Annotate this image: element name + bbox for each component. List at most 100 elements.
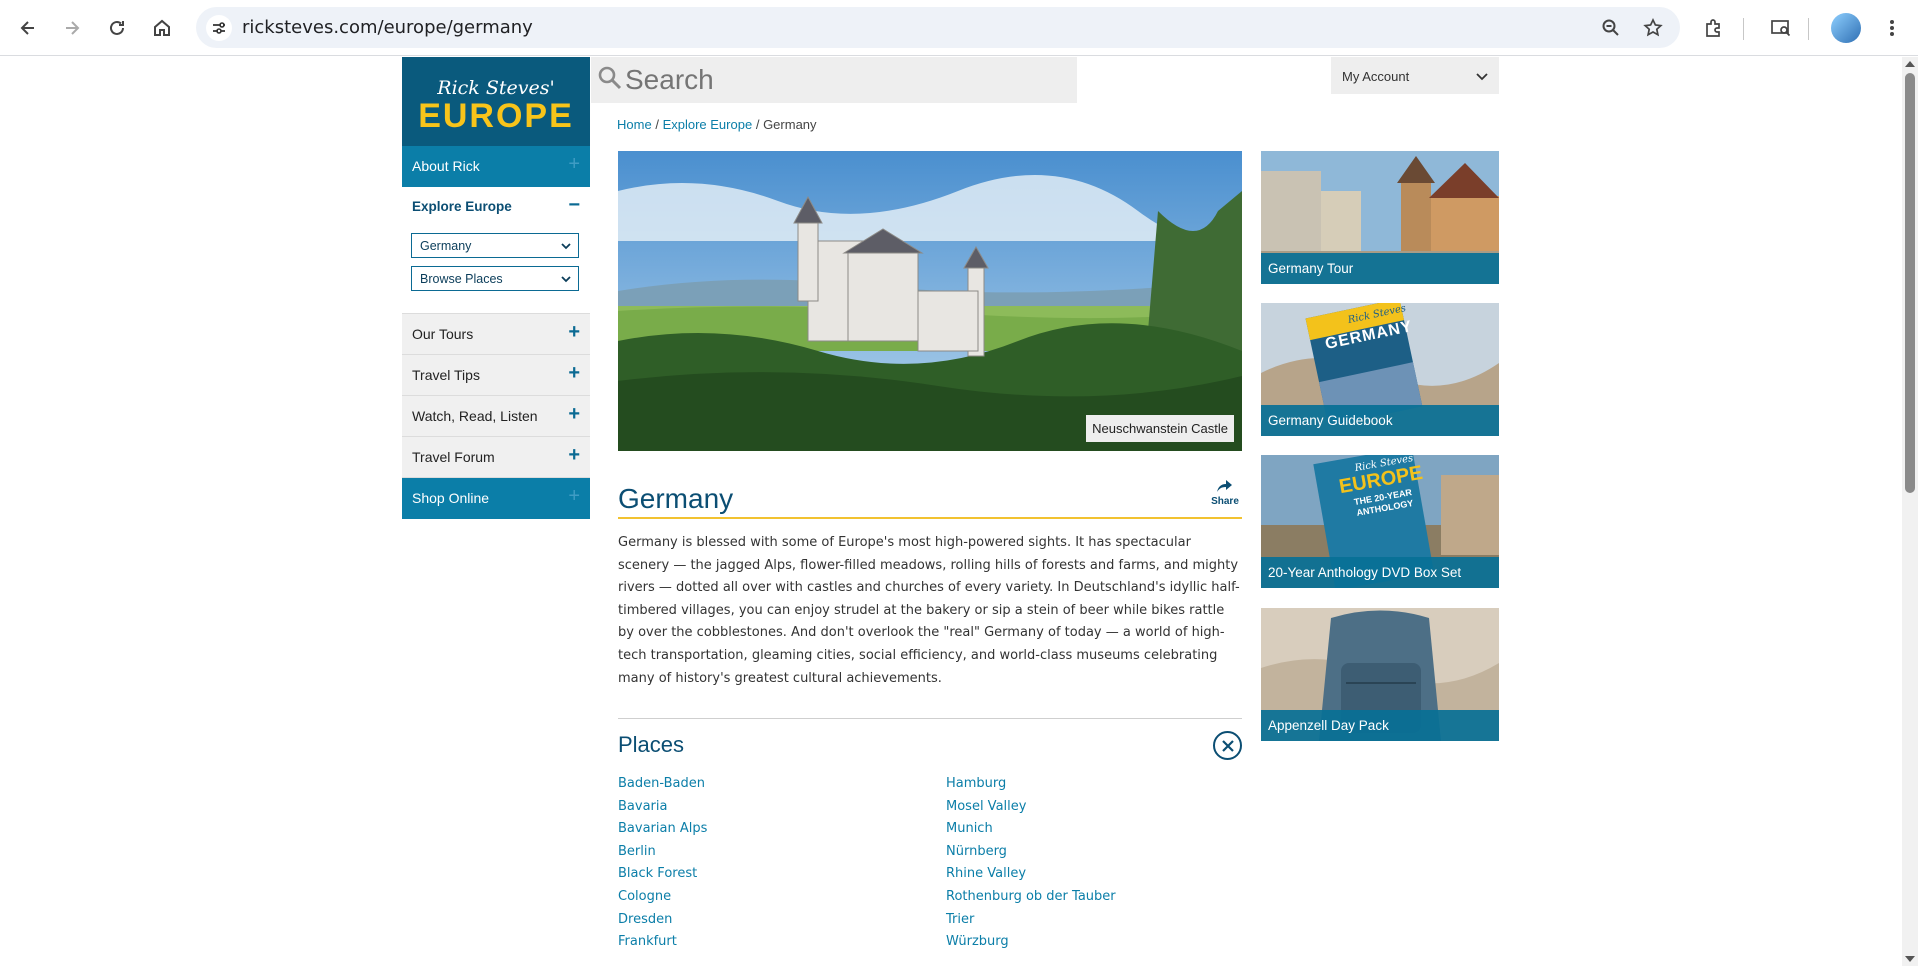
place-link[interactable]: Rhine Valley	[946, 866, 1116, 889]
nav-label: Watch, Read, Listen	[412, 408, 538, 424]
place-link[interactable]: Dresden	[618, 912, 707, 935]
expand-plus-icon[interactable]: +	[568, 322, 580, 342]
country-select[interactable]: Germany	[411, 233, 579, 258]
nav-explore-europe[interactable]: Explore Europe −	[402, 187, 590, 228]
nav-watch-read-listen[interactable]: Watch, Read, Listen +	[402, 396, 590, 437]
chevron-down-icon	[561, 276, 571, 283]
address-bar[interactable]: ricksteves.com/europe/germany	[196, 7, 1680, 48]
chevron-down-icon	[561, 243, 571, 250]
breadcrumb-separator: /	[655, 117, 659, 132]
nav-label: Shop Online	[412, 490, 490, 506]
logo-europe-text: EUROPE	[418, 97, 574, 135]
search-icon[interactable]	[597, 65, 623, 91]
place-link[interactable]: Mosel Valley	[946, 799, 1116, 822]
nav-shop-online[interactable]: Shop Online +	[402, 478, 590, 519]
expand-plus-icon[interactable]: +	[568, 404, 580, 424]
place-link[interactable]: Bavarian Alps	[618, 821, 707, 844]
place-link[interactable]: Bavaria	[618, 799, 707, 822]
promo-label: Appenzell Day Pack	[1268, 718, 1389, 733]
promo-appenzell-day-pack[interactable]: Appenzell Day Pack	[1261, 608, 1499, 741]
zoom-icon[interactable]	[1598, 15, 1624, 41]
home-icon[interactable]	[146, 12, 178, 44]
place-link[interactable]: Frankfurt	[618, 934, 707, 957]
share-label: Share	[1211, 496, 1239, 507]
site-logo[interactable]: Rick Steves' EUROPE	[402, 57, 590, 146]
my-account-dropdown[interactable]: My Account	[1331, 57, 1499, 94]
hero-caption: Neuschwanstein Castle	[1086, 415, 1234, 442]
left-navigation: About Rick + Explore Europe − Germany Br…	[402, 146, 590, 519]
extensions-icon[interactable]	[1697, 12, 1729, 44]
nav-about-rick[interactable]: About Rick +	[402, 146, 590, 187]
close-places-icon[interactable]	[1213, 731, 1242, 760]
search-input[interactable]	[625, 63, 1065, 97]
place-link[interactable]: Würzburg	[946, 934, 1116, 957]
places-heading: Places	[618, 732, 685, 757]
back-icon[interactable]	[12, 12, 44, 44]
promo-label: 20-Year Anthology DVD Box Set	[1268, 565, 1462, 580]
nav-travel-tips[interactable]: Travel Tips +	[402, 355, 590, 396]
breadcrumb: Home / Explore Europe / Germany	[617, 117, 817, 132]
share-button[interactable]: Share	[1208, 479, 1242, 507]
expand-plus-icon[interactable]: +	[568, 363, 580, 383]
promo-germany-tour[interactable]: Germany Tour	[1261, 151, 1499, 284]
expand-plus-icon[interactable]: +	[568, 445, 580, 465]
nav-label: About Rick	[412, 158, 480, 174]
places-column-2: Hamburg Mosel Valley Munich Nürnberg Rhi…	[946, 776, 1116, 957]
profile-avatar[interactable]	[1831, 13, 1861, 43]
country-select-value: Germany	[420, 238, 472, 253]
menu-kebab-icon[interactable]	[1876, 12, 1908, 44]
breadcrumb-explore-europe[interactable]: Explore Europe	[663, 117, 753, 132]
place-link[interactable]: Berlin	[618, 844, 707, 867]
place-link[interactable]: Hamburg	[946, 776, 1116, 799]
browser-toolbar: ricksteves.com/europe/germany	[0, 0, 1918, 56]
promo-label: Germany Guidebook	[1268, 413, 1393, 428]
share-arrow-icon	[1217, 480, 1232, 492]
intro-paragraph: Germany is blessed with some of Europe's…	[618, 535, 1240, 686]
hero-image: Neuschwanstein Castle	[618, 151, 1242, 451]
place-link[interactable]: Trier	[946, 912, 1116, 935]
collapse-minus-icon[interactable]: −	[568, 195, 580, 215]
toolbar-divider	[1808, 18, 1809, 40]
forward-icon[interactable]	[56, 12, 88, 44]
my-account-label: My Account	[1342, 69, 1410, 84]
place-link[interactable]: Nürnberg	[946, 844, 1116, 867]
browse-places-select[interactable]: Browse Places	[411, 266, 579, 291]
breadcrumb-home[interactable]: Home	[617, 117, 652, 132]
page-scrollbar[interactable]	[1902, 57, 1918, 966]
promo-label: Germany Tour	[1268, 261, 1354, 276]
nav-label: Explore Europe	[412, 199, 512, 214]
toolbar-divider	[1743, 18, 1744, 40]
expand-plus-icon[interactable]: +	[568, 486, 580, 506]
page-title: Germany	[618, 483, 734, 514]
bookmark-star-icon[interactable]	[1640, 15, 1666, 41]
scroll-down-arrow-icon[interactable]	[1905, 956, 1915, 962]
place-link[interactable]: Cologne	[618, 889, 707, 912]
title-underline	[618, 517, 1242, 519]
places-column-1: Baden-Baden Bavaria Bavarian Alps Berlin…	[618, 776, 707, 957]
nav-label: Our Tours	[412, 326, 474, 342]
chevron-down-icon	[1476, 73, 1488, 81]
scroll-thumb[interactable]	[1905, 73, 1915, 493]
reading-mode-icon[interactable]	[1765, 12, 1797, 44]
place-link[interactable]: Baden-Baden	[618, 776, 707, 799]
nav-label: Travel Forum	[412, 449, 495, 465]
nav-travel-forum[interactable]: Travel Forum +	[402, 437, 590, 478]
place-link[interactable]: Munich	[946, 821, 1116, 844]
breadcrumb-current: Germany	[763, 117, 817, 132]
reload-icon[interactable]	[101, 12, 133, 44]
browse-places-value: Browse Places	[420, 271, 503, 286]
site-search	[591, 57, 1077, 103]
section-divider	[618, 718, 1242, 719]
promo-germany-guidebook[interactable]: Rick Steves GERMANY Germany Guidebook	[1261, 303, 1499, 436]
place-link[interactable]: Black Forest	[618, 866, 707, 889]
nav-our-tours[interactable]: Our Tours +	[402, 314, 590, 355]
logo-script-text: Rick Steves'	[437, 77, 555, 99]
url-text: ricksteves.com/europe/germany	[242, 17, 533, 38]
castle-landscape-illustration	[618, 151, 1242, 451]
explore-subnav: Germany Browse Places	[402, 228, 590, 314]
place-link[interactable]: Rothenburg ob der Tauber	[946, 889, 1116, 912]
expand-plus-icon[interactable]: +	[568, 154, 580, 174]
promo-anthology-dvd[interactable]: Rick Steves EUROPE THE 20-YEAR ANTHOLOGY…	[1261, 455, 1499, 588]
scroll-up-arrow-icon[interactable]	[1905, 61, 1915, 67]
site-info-icon[interactable]	[206, 15, 232, 41]
